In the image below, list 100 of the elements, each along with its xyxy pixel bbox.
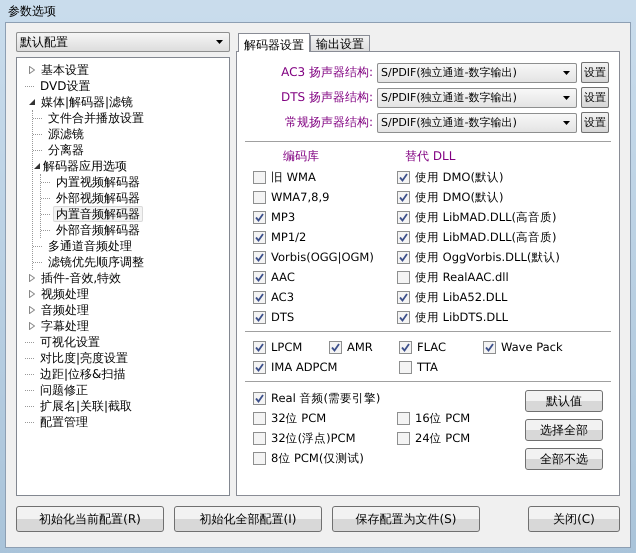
tree-item[interactable]: 文件合并播放设置	[45, 110, 147, 126]
checkbox[interactable]	[253, 190, 266, 204]
checkbox[interactable]	[399, 340, 412, 354]
expand-triangle-icon[interactable]	[28, 322, 34, 330]
checkbox[interactable]	[253, 452, 266, 464]
codec-checkbox-label: DTS	[271, 310, 294, 324]
format-checkbox-label: AMR	[347, 340, 373, 354]
checkbox[interactable]	[397, 432, 410, 444]
checkbox[interactable]	[253, 270, 266, 284]
speaker-label: AC3 扬声器结构:	[280, 64, 373, 81]
dll-checkbox-label: 使用 LibMAD.DLL(高音质)	[415, 210, 556, 224]
tree-item[interactable]: 内置视频解码器	[53, 174, 143, 190]
tree-item[interactable]: 配置管理	[37, 414, 91, 430]
collapse-triangle-icon[interactable]	[28, 99, 34, 105]
profile-dropdown[interactable]: 默认配置	[16, 32, 230, 52]
tree-item[interactable]: 滤镜优先顺序调整	[45, 254, 147, 270]
tab[interactable]: 输出设置	[310, 35, 370, 51]
tab[interactable]: 解码器设置	[238, 33, 310, 52]
tree-item[interactable]: 插件-音效,特效	[38, 270, 124, 286]
action-button[interactable]: 全部不选	[525, 448, 603, 470]
expand-triangle-icon[interactable]	[28, 306, 34, 314]
column-heading: 替代 DLL	[404, 148, 456, 165]
collapse-triangle-icon[interactable]	[34, 163, 40, 169]
pcm-checkbox-label: 8位 PCM(仅测试)	[271, 450, 364, 466]
tree-item[interactable]: 媒体|解码器|滤镜	[38, 94, 136, 110]
expand-triangle-icon[interactable]	[28, 66, 34, 74]
window-title: 参数选项	[8, 2, 56, 20]
checkbox[interactable]	[397, 310, 410, 324]
checkbox[interactable]	[253, 170, 266, 184]
checkbox[interactable]	[397, 250, 410, 264]
dll-checkbox-label: 使用 OggVorbis.DLL(默认)	[415, 250, 560, 264]
tree-item[interactable]: 解码器应用选项	[40, 158, 130, 174]
dialog-button[interactable]: 初始化当前配置(R)	[16, 506, 164, 532]
checkbox[interactable]	[397, 412, 410, 424]
settings-button[interactable]: 设置	[581, 112, 609, 133]
checkbox[interactable]	[253, 412, 266, 424]
tree-item[interactable]: 分离器	[45, 142, 87, 158]
expand-triangle-icon[interactable]	[28, 290, 34, 298]
tree-item[interactable]: DVD设置	[37, 78, 94, 94]
checkbox[interactable]	[397, 190, 410, 204]
tree-item[interactable]: 可视化设置	[37, 334, 103, 350]
tree-item[interactable]: 对比度|亮度设置	[37, 350, 132, 366]
checkbox[interactable]	[253, 290, 266, 304]
dialog-button[interactable]: 初始化全部配置(I)	[174, 506, 322, 532]
checkbox[interactable]	[329, 340, 342, 354]
dialog-button[interactable]: 保存配置为文件(S)	[332, 506, 480, 532]
tree-item[interactable]: 外部音频解码器	[53, 222, 143, 238]
codec-checkbox-label: Vorbis(OGG|OGM)	[271, 250, 374, 264]
settings-button[interactable]: 设置	[581, 87, 609, 108]
tree-item[interactable]: 音频处理	[38, 302, 92, 318]
checkbox[interactable]	[483, 340, 496, 354]
checkbox[interactable]	[253, 310, 266, 324]
format-checkbox-label: FLAC	[417, 340, 446, 354]
speaker-label: 常规扬声器结构:	[284, 114, 373, 131]
checkbox[interactable]	[397, 210, 410, 224]
dll-checkbox-label: 使用 LibDTS.DLL	[415, 310, 508, 324]
tree-item[interactable]: 外部视频解码器	[53, 190, 143, 206]
checkbox[interactable]	[397, 290, 410, 304]
dll-checkbox-label: 使用 DMO(默认)	[415, 170, 504, 184]
format-checkbox-label: TTA	[417, 360, 438, 374]
settings-button[interactable]: 设置	[581, 62, 609, 83]
dll-checkbox-label: 使用 LibA52.DLL	[415, 290, 508, 304]
speaker-dropdown[interactable]: S/PDIF(独立通道-数字输出)	[377, 112, 577, 132]
pcm-checkbox-label: 32位(浮点)PCM	[271, 430, 356, 446]
checkbox[interactable]	[399, 360, 412, 374]
codec-checkbox-label: AC3	[271, 290, 294, 304]
tree-item[interactable]: 字幕处理	[38, 318, 92, 334]
speaker-label: DTS 扬声器结构:	[280, 89, 373, 106]
tree-item[interactable]: 视频处理	[38, 286, 92, 302]
format-checkbox-label: Wave Pack	[501, 340, 563, 354]
tree-item[interactable]: 问题修正	[37, 382, 91, 398]
checkbox[interactable]	[253, 340, 266, 354]
checkbox[interactable]	[253, 360, 266, 374]
checkbox[interactable]	[397, 170, 410, 184]
speaker-dropdown[interactable]: S/PDIF(独立通道-数字输出)	[377, 62, 577, 82]
pcm-checkbox-label: 32位 PCM	[271, 410, 326, 426]
close-button[interactable]: 关闭(C)	[528, 506, 620, 532]
pcm-checkbox-label: Real 音频(需要引擎)	[271, 390, 380, 406]
speaker-dropdown[interactable]: S/PDIF(独立通道-数字输出)	[377, 88, 577, 108]
checkbox[interactable]	[397, 230, 410, 244]
pcm-checkbox-label: 16位 PCM	[415, 410, 470, 426]
expand-triangle-icon[interactable]	[28, 274, 34, 282]
column-heading: 编码库	[282, 148, 320, 165]
checkbox[interactable]	[253, 210, 266, 224]
tree-item[interactable]: 扩展名|关联|截取	[37, 398, 136, 414]
checkbox[interactable]	[253, 432, 266, 444]
codec-checkbox-label: MP3	[271, 210, 296, 224]
format-checkbox-label: IMA ADPCM	[271, 360, 338, 374]
checkbox[interactable]	[253, 230, 266, 244]
action-button[interactable]: 默认值	[525, 390, 603, 412]
tree-item[interactable]: 边距|位移&扫描	[37, 366, 128, 382]
action-button[interactable]: 选择全部	[525, 419, 603, 441]
tree-item[interactable]: 多通道音频处理	[45, 238, 135, 254]
tree-item[interactable]: 内置音频解码器	[53, 206, 143, 222]
checkbox[interactable]	[253, 392, 266, 404]
checkbox[interactable]	[397, 270, 410, 284]
checkbox[interactable]	[253, 250, 266, 264]
tree-item[interactable]: 源滤镜	[45, 126, 87, 142]
dropdown-arrow-icon	[563, 70, 570, 74]
tree-item[interactable]: 基本设置	[38, 62, 92, 78]
